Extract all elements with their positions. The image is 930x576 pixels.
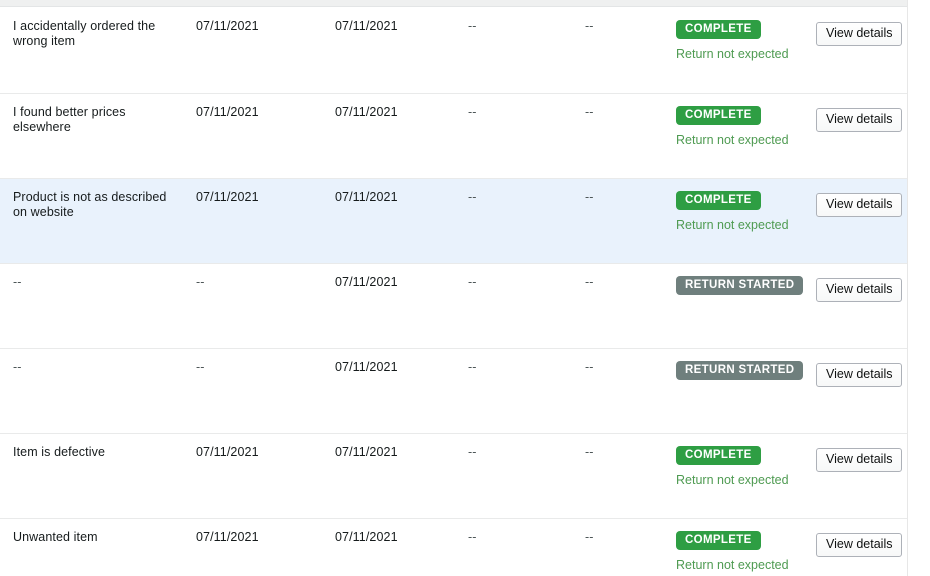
cell-column-three: -- bbox=[468, 275, 477, 289]
cell-column-three: -- bbox=[468, 530, 477, 544]
table-header-strip bbox=[0, 0, 907, 7]
cell-column-four: -- bbox=[585, 105, 594, 119]
cell-actions: View details bbox=[816, 22, 903, 46]
table-row[interactable]: -- -- 07/11/2021 -- -- RETURN STARTED View det… bbox=[0, 263, 907, 348]
status-badge: COMPLETE bbox=[676, 106, 761, 125]
cell-date-requested: 07/11/2021 bbox=[196, 445, 259, 459]
status-substatus-text: Return not expected bbox=[676, 133, 789, 147]
cell-date-requested: -- bbox=[196, 360, 205, 374]
cell-column-four: -- bbox=[585, 360, 594, 374]
cell-column-three: -- bbox=[468, 105, 477, 119]
view-details-button[interactable]: View details bbox=[816, 108, 903, 132]
cell-return-reason: -- bbox=[13, 360, 22, 374]
cell-date-requested: 07/11/2021 bbox=[196, 530, 259, 544]
status-substatus-text: Return not expected bbox=[676, 218, 789, 232]
cell-return-reason: Item is defective bbox=[13, 445, 106, 459]
cell-date-requested: 07/11/2021 bbox=[196, 190, 259, 204]
cell-column-three: -- bbox=[468, 360, 477, 374]
status-badge: COMPLETE bbox=[676, 20, 761, 39]
cell-status: RETURN STARTED bbox=[676, 275, 811, 295]
vertical-scrollbar-track[interactable] bbox=[917, 0, 930, 576]
table-row[interactable]: Item is defective 07/11/2021 07/11/2021 -- -… bbox=[0, 433, 907, 518]
view-details-button[interactable]: View details bbox=[816, 533, 903, 557]
cell-status: RETURN STARTED bbox=[676, 360, 811, 380]
cell-status: COMPLETE Return not expected bbox=[676, 105, 811, 148]
cell-date-returned: 07/11/2021 bbox=[335, 360, 398, 374]
cell-date-requested: 07/11/2021 bbox=[196, 105, 259, 119]
table-row[interactable]: Product is not as described on website 07… bbox=[0, 178, 907, 263]
cell-column-three: -- bbox=[468, 445, 477, 459]
cell-date-returned: 07/11/2021 bbox=[335, 445, 398, 459]
cell-date-returned: 07/11/2021 bbox=[335, 105, 398, 119]
cell-column-four: -- bbox=[585, 19, 594, 33]
cell-column-three: -- bbox=[468, 19, 477, 33]
status-badge: COMPLETE bbox=[676, 191, 761, 210]
cell-return-reason: I found better prices elsewhere bbox=[13, 105, 126, 134]
cell-actions: View details bbox=[816, 278, 903, 302]
cell-column-four: -- bbox=[585, 275, 594, 289]
cell-date-returned: 07/11/2021 bbox=[335, 275, 398, 289]
cell-actions: View details bbox=[816, 533, 903, 557]
status-substatus-text: Return not expected bbox=[676, 473, 789, 487]
cell-date-returned: 07/11/2021 bbox=[335, 530, 398, 544]
cell-actions: View details bbox=[816, 108, 903, 132]
view-details-button[interactable]: View details bbox=[816, 448, 903, 472]
table-row[interactable]: Unwanted item 07/11/2021 07/11/2021 -- -- COM… bbox=[0, 518, 907, 576]
cell-return-reason: Unwanted item bbox=[13, 530, 98, 544]
status-substatus-text: Return not expected bbox=[676, 558, 789, 572]
cell-actions: View details bbox=[816, 363, 903, 387]
table-row[interactable]: -- -- 07/11/2021 -- -- RETURN STARTED View det… bbox=[0, 348, 907, 433]
cell-column-four: -- bbox=[585, 530, 594, 544]
table-row[interactable]: I found better prices elsewhere 07/11/202… bbox=[0, 93, 907, 178]
cell-return-reason: Product is not as described on website bbox=[13, 190, 167, 219]
cell-date-requested: 07/11/2021 bbox=[196, 19, 259, 33]
status-substatus-text: Return not expected bbox=[676, 47, 789, 61]
view-details-button[interactable]: View details bbox=[816, 193, 903, 217]
cell-date-requested: -- bbox=[196, 275, 205, 289]
table-row[interactable]: I accidentally ordered the wrong item 07/… bbox=[0, 8, 907, 93]
cell-status: COMPLETE Return not expected bbox=[676, 19, 811, 62]
view-details-button[interactable]: View details bbox=[816, 363, 903, 387]
view-details-button[interactable]: View details bbox=[816, 22, 903, 46]
view-details-button[interactable]: View details bbox=[816, 278, 903, 302]
cell-return-reason: I accidentally ordered the wrong item bbox=[13, 19, 156, 48]
status-badge: COMPLETE bbox=[676, 531, 761, 550]
cell-column-four: -- bbox=[585, 445, 594, 459]
cell-status: COMPLETE Return not expected bbox=[676, 190, 811, 233]
cell-date-returned: 07/11/2021 bbox=[335, 190, 398, 204]
status-badge: RETURN STARTED bbox=[676, 361, 804, 380]
cell-return-reason: -- bbox=[13, 275, 22, 289]
status-badge: RETURN STARTED bbox=[676, 276, 804, 295]
status-badge: COMPLETE bbox=[676, 446, 761, 465]
returns-table: I accidentally ordered the wrong item 07/… bbox=[0, 0, 908, 576]
returns-table-page: I accidentally ordered the wrong item 07/… bbox=[0, 0, 930, 576]
table-body: I accidentally ordered the wrong item 07/… bbox=[0, 8, 907, 576]
cell-column-three: -- bbox=[468, 190, 477, 204]
cell-status: COMPLETE Return not expected bbox=[676, 445, 811, 488]
cell-status: COMPLETE Return not expected bbox=[676, 530, 811, 573]
cell-column-four: -- bbox=[585, 190, 594, 204]
cell-date-returned: 07/11/2021 bbox=[335, 19, 398, 33]
cell-actions: View details bbox=[816, 448, 903, 472]
cell-actions: View details bbox=[816, 193, 903, 217]
